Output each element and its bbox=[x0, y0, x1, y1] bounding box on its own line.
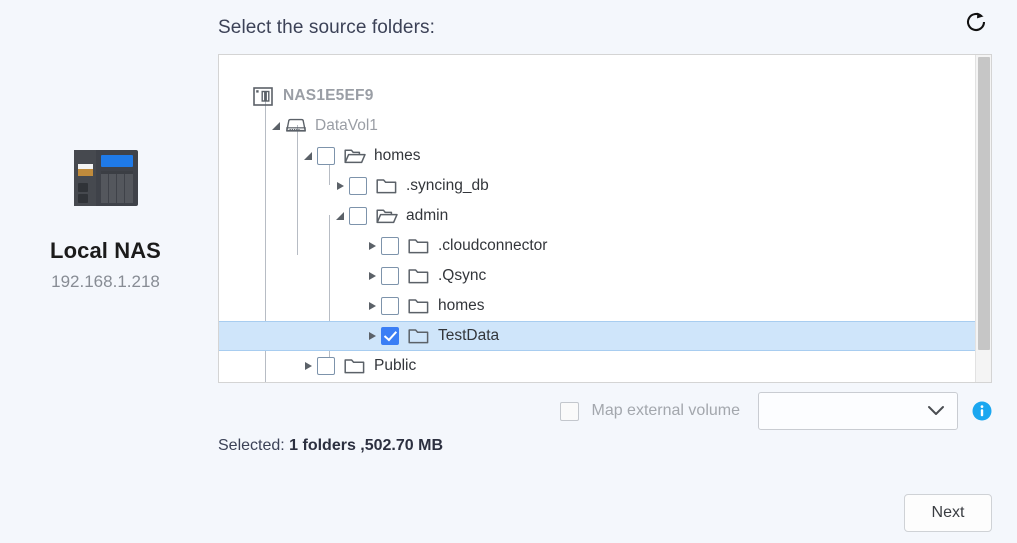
info-icon[interactable] bbox=[972, 401, 992, 421]
tree-node-label: .cloudconnector bbox=[438, 237, 548, 254]
tree-expand-arrow-icon[interactable] bbox=[363, 321, 381, 351]
page-title: Select the source folders: bbox=[218, 17, 435, 38]
tree-node-checkbox[interactable] bbox=[349, 207, 367, 225]
tree-vertical-scrollbar[interactable] bbox=[975, 55, 991, 382]
tree-node-nas[interactable]: NAS1E5EF9 bbox=[219, 81, 975, 111]
tree-node-admin[interactable]: admin bbox=[219, 201, 975, 231]
folder-icon bbox=[344, 357, 366, 375]
folder-open-icon bbox=[376, 207, 398, 225]
tree-collapse-arrow-icon[interactable] bbox=[267, 111, 285, 141]
folder-icon bbox=[408, 297, 430, 315]
tree-node-label: NAS1E5EF9 bbox=[283, 87, 374, 104]
tree-node-label: .syncing_db bbox=[406, 177, 489, 194]
nas-icon bbox=[253, 86, 275, 106]
tree-expand-arrow-icon[interactable] bbox=[299, 351, 317, 381]
folder-tree: NAS1E5EF9 DataVol1 homes .syncing_dbadmin .c… bbox=[218, 54, 992, 383]
map-external-volume-row: Map external volume bbox=[218, 392, 992, 430]
next-button[interactable]: Next bbox=[904, 494, 992, 532]
device-ip: 192.168.1.218 bbox=[51, 272, 160, 291]
tree-node-checkbox[interactable] bbox=[381, 267, 399, 285]
chevron-down-icon bbox=[927, 405, 945, 417]
tree-node-checkbox[interactable] bbox=[317, 357, 335, 375]
tree-node-datavol1[interactable]: DataVol1 bbox=[219, 111, 975, 141]
tree-node-qsync[interactable]: .Qsync bbox=[219, 261, 975, 291]
tree-node-label: homes bbox=[438, 297, 485, 314]
tree-node-cloudconnector[interactable]: .cloudconnector bbox=[219, 231, 975, 261]
tree-node-checkbox[interactable] bbox=[317, 147, 335, 165]
nas-device-icon bbox=[66, 138, 146, 218]
folder-icon bbox=[408, 267, 430, 285]
tree-node-label: homes bbox=[374, 147, 421, 164]
folder-icon bbox=[408, 237, 430, 255]
tree-node-checkbox[interactable] bbox=[381, 297, 399, 315]
tree-expand-arrow-icon[interactable] bbox=[363, 291, 381, 321]
folder-icon bbox=[376, 177, 398, 195]
tree-node-testdata[interactable]: TestData bbox=[219, 321, 975, 351]
tree-node-checkbox[interactable] bbox=[381, 237, 399, 255]
selection-summary-prefix: Selected: bbox=[218, 437, 290, 454]
folder-open-icon bbox=[344, 147, 366, 165]
tree-expand-arrow-icon[interactable] bbox=[363, 231, 381, 261]
tree-expand-arrow-icon[interactable] bbox=[363, 261, 381, 291]
tree-collapse-arrow-icon[interactable] bbox=[331, 201, 349, 231]
tree-node-homes[interactable]: homes bbox=[219, 141, 975, 171]
refresh-icon[interactable] bbox=[961, 7, 991, 37]
tree-node-label: TestData bbox=[438, 327, 500, 344]
tree-collapse-arrow-icon[interactable] bbox=[299, 141, 317, 171]
device-name: Local NAS bbox=[50, 238, 161, 263]
tree-node-label: DataVol1 bbox=[315, 117, 378, 134]
tree-node-checkbox[interactable] bbox=[349, 177, 367, 195]
map-external-volume-label: Map external volume bbox=[591, 402, 740, 419]
tree-node-label: Public bbox=[374, 357, 417, 374]
map-external-volume-checkbox[interactable] bbox=[560, 401, 580, 421]
folder-tree-list: NAS1E5EF9 DataVol1 homes .syncing_dbadmin .c… bbox=[219, 55, 975, 382]
source-folder-selection-page: Local NAS 192.168.1.218 Select the sourc… bbox=[0, 0, 1017, 543]
tree-node-public[interactable]: Public bbox=[219, 351, 975, 381]
tree-scrollbar-thumb[interactable] bbox=[978, 57, 990, 350]
selection-summary-value: 1 folders ,502.70 MB bbox=[289, 437, 443, 454]
tree-node-syncing_db[interactable]: .syncing_db bbox=[219, 171, 975, 201]
tree-twisty-spacer bbox=[235, 81, 253, 111]
tree-node-homes2[interactable]: homes bbox=[219, 291, 975, 321]
tree-node-checkbox[interactable] bbox=[381, 327, 399, 345]
selection-summary: Selected: 1 folders ,502.70 MB bbox=[218, 437, 443, 455]
tree-node-label: .Qsync bbox=[438, 267, 487, 284]
volume-icon bbox=[285, 117, 307, 135]
main-content: Select the source folders: NAS1E5EF9 Data… bbox=[211, 0, 1017, 543]
folder-tree-viewport: NAS1E5EF9 DataVol1 homes .syncing_dbadmin .c… bbox=[219, 55, 975, 382]
device-panel: Local NAS 192.168.1.218 bbox=[0, 0, 211, 543]
external-volume-select[interactable] bbox=[758, 392, 958, 430]
tree-node-label: admin bbox=[406, 207, 449, 224]
folder-icon bbox=[408, 327, 430, 345]
tree-expand-arrow-icon[interactable] bbox=[331, 171, 349, 201]
